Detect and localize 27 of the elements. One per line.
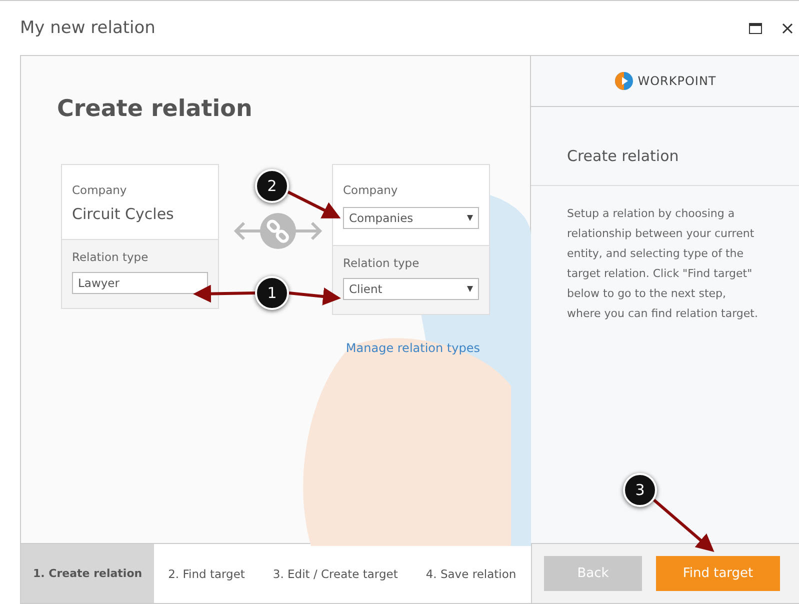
entity-name: Circuit Cycles [72,205,175,223]
wizard-step[interactable]: 1. Create relation [21,544,154,603]
maximize-icon[interactable] [749,22,762,34]
field-label: Relation type [343,256,420,270]
wizard-step[interactable]: 3. Edit / Create target [258,544,412,603]
annotation-arrow [287,190,341,218]
annotation-arrow [653,498,714,552]
relation-type-dropdown[interactable]: Client [343,278,479,300]
caret-icon [467,286,473,292]
brand-name: WORKPOINT [638,74,716,88]
caret-icon [467,215,473,221]
panel-description: Setup a relation by choosing a relationship between your current entity, and selecting type of the target relation. Click "Find target" below to go to the next step, where you can find relation target. [566,206,759,322]
link-arrows-icon [234,212,322,250]
annotation-arrow [193,284,256,303]
page-heading: Create relation [57,96,254,122]
field-label: Relation type [72,250,150,264]
relation-type-field[interactable]: Lawyer [72,272,208,294]
panel-title: Create relation [531,107,799,186]
entity-type-dropdown[interactable]: Companies [343,207,479,229]
wizard-step[interactable]: 2. Find target [154,544,259,603]
annotation-arrow [288,288,341,306]
close-icon[interactable] [782,22,793,34]
window-title: My new relation [20,18,156,38]
logo-icon [614,71,634,91]
field-label: Company [72,183,128,197]
wizard-step[interactable]: 4. Save relation [412,544,530,603]
field-label: Company [343,183,399,197]
